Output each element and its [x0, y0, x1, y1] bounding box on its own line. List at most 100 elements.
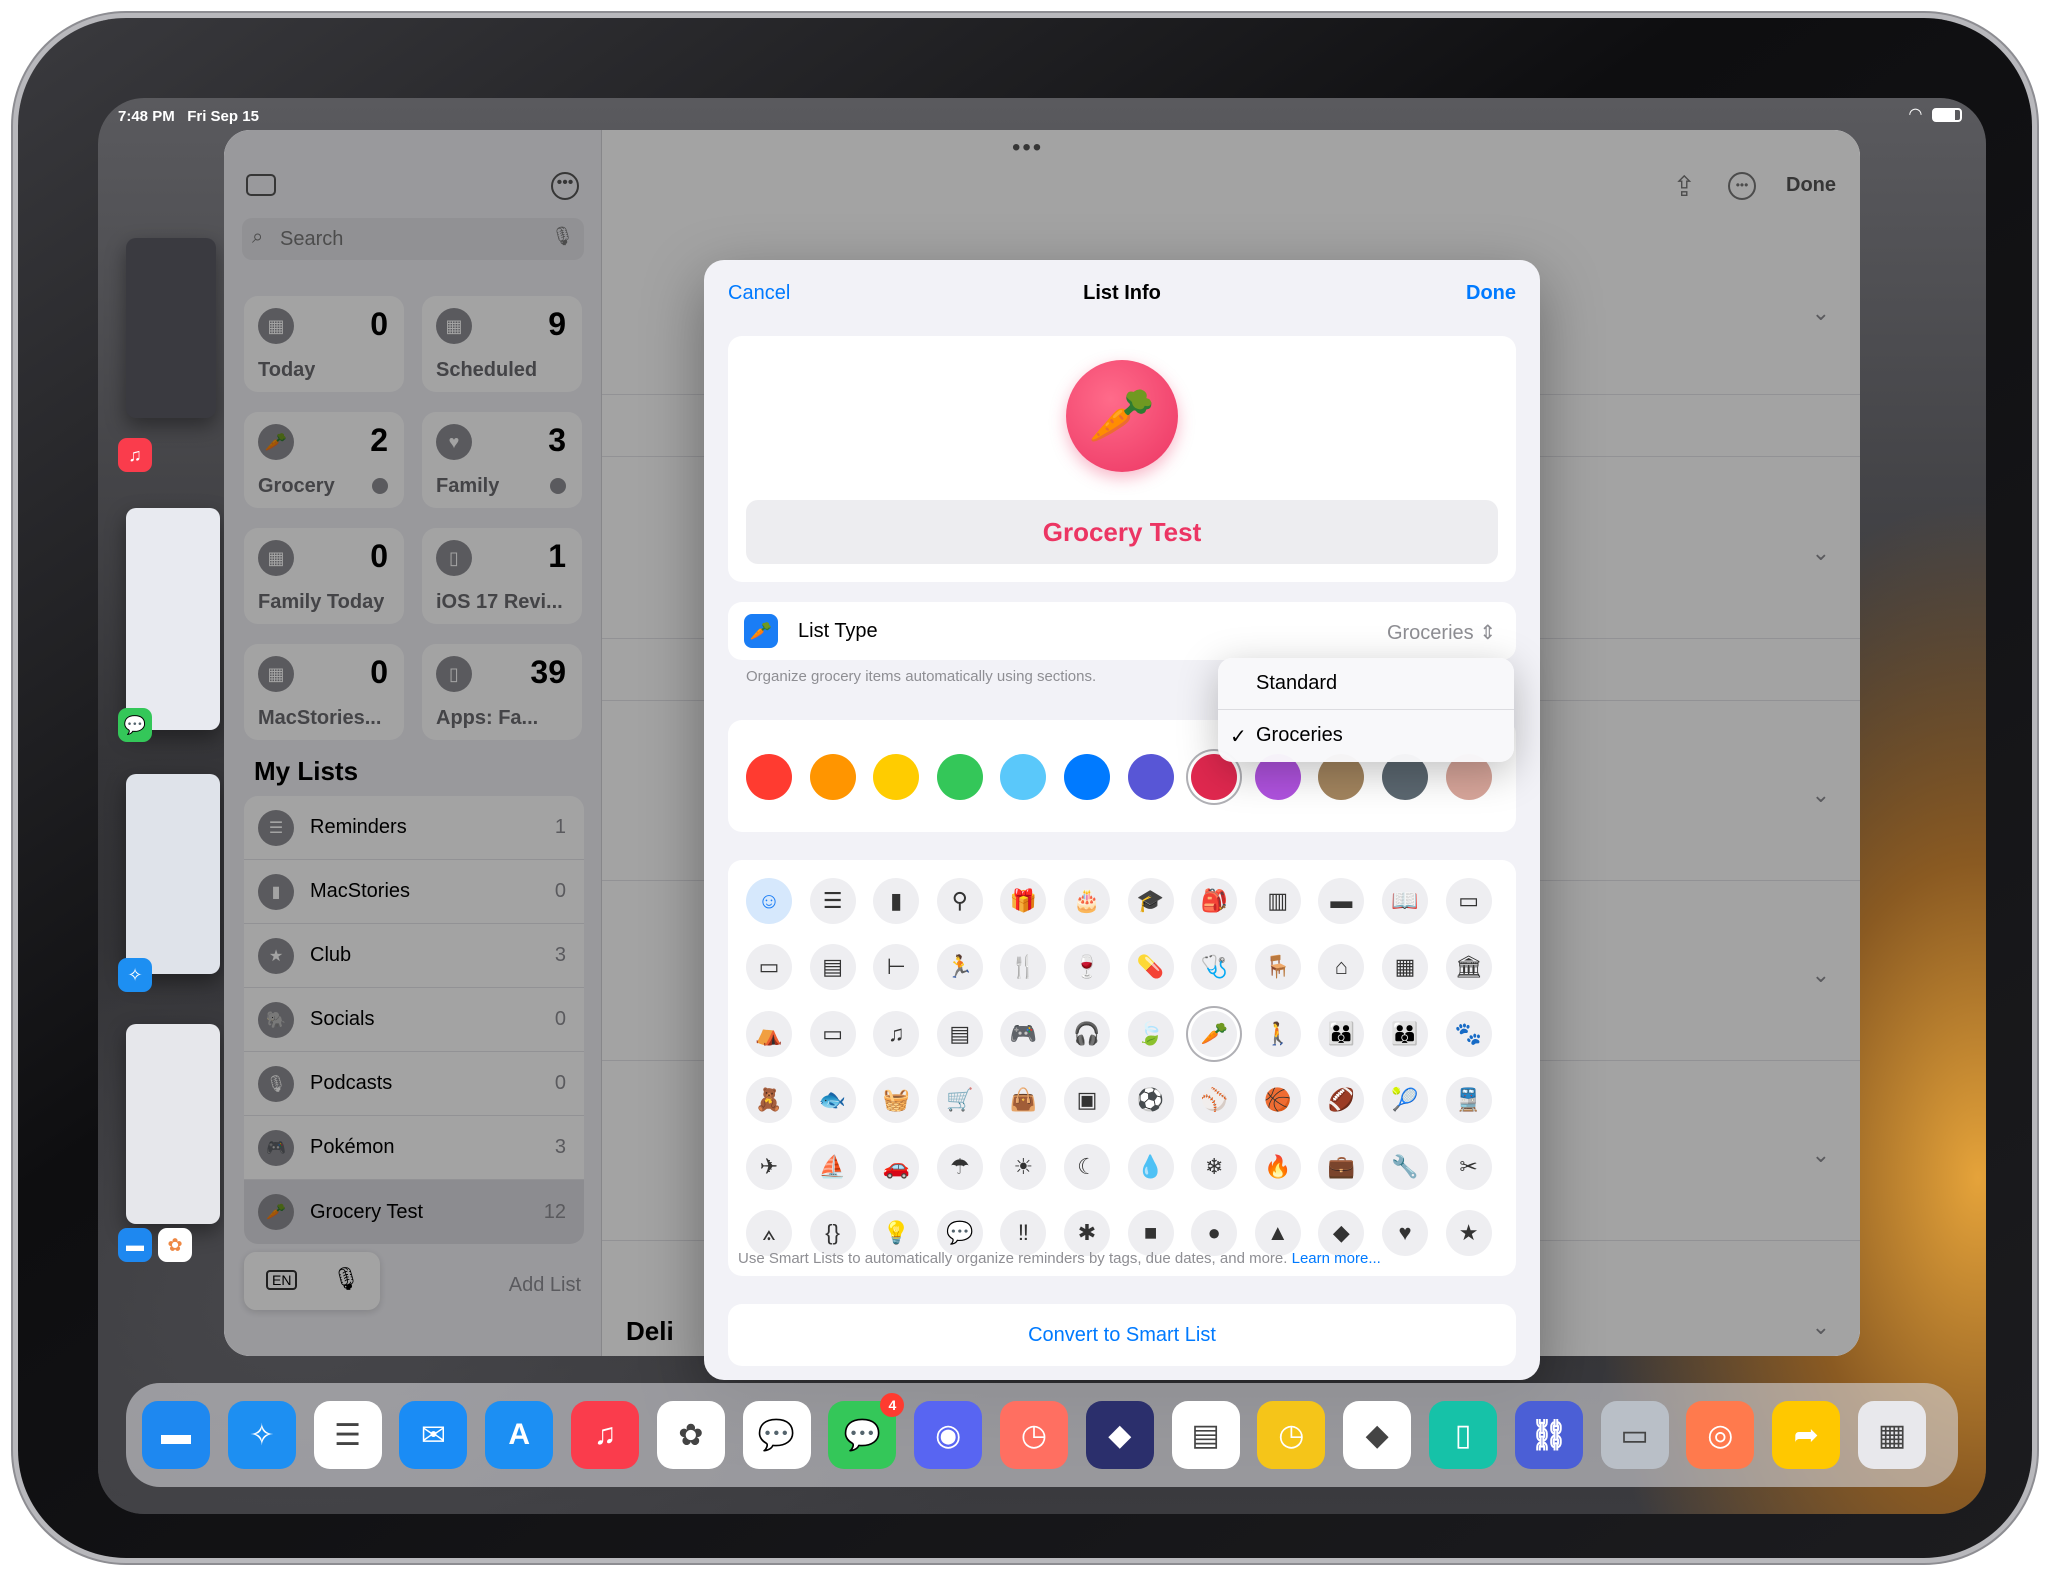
list-name-field[interactable]: Grocery Test: [746, 500, 1498, 564]
symbol-option-icon[interactable]: ❄: [1191, 1143, 1238, 1190]
symbol-option-icon[interactable]: 🚗: [873, 1143, 920, 1190]
stage-thumbnail-music[interactable]: [126, 238, 216, 418]
symbol-option-icon[interactable]: ☂: [936, 1143, 983, 1190]
symbol-option-icon[interactable]: 🐟: [809, 1077, 856, 1124]
symbol-option-icon[interactable]: ⚲: [936, 878, 983, 924]
symbol-option-icon[interactable]: 👜: [1000, 1077, 1047, 1124]
symbol-option-icon[interactable]: ☰: [809, 878, 856, 924]
dock-app-messages[interactable]: 4 💬: [828, 1393, 905, 1469]
color-swatch[interactable]: [1127, 754, 1174, 800]
color-swatch[interactable]: [809, 754, 856, 800]
color-swatch[interactable]: [746, 754, 792, 800]
dock-app-overcast[interactable]: ◎: [1686, 1401, 1755, 1469]
stage-thumbnail-safari[interactable]: [126, 774, 220, 974]
dock-app-timery[interactable]: ◷: [1000, 1401, 1068, 1469]
symbol-option-icon[interactable]: 📖: [1382, 878, 1428, 924]
symbol-option-icon[interactable]: 🍃: [1127, 1010, 1174, 1057]
dock-app-app-library[interactable]: ▦: [1858, 1401, 1926, 1469]
symbol-option-icon[interactable]: 💊: [1127, 944, 1174, 991]
color-swatch[interactable]: [936, 754, 983, 800]
symbol-option-icon[interactable]: ▭: [1445, 878, 1492, 924]
safari-app-badge[interactable]: ✧: [118, 958, 152, 992]
stage-thumbnail-messages[interactable]: [126, 508, 220, 730]
dock-app-speeko[interactable]: 💬: [742, 1401, 811, 1469]
learn-more-link[interactable]: Learn more...: [1292, 1250, 1381, 1267]
symbol-option-icon[interactable]: 🎂: [1064, 878, 1110, 924]
symbol-option-icon[interactable]: ⛺: [746, 1010, 792, 1057]
list-type-row[interactable]: 🥕 List Type Groceries ⇕: [728, 602, 1516, 660]
dock-app-app-store[interactable]: A: [485, 1401, 554, 1469]
dock-app-reminders[interactable]: ☰: [313, 1401, 382, 1469]
dock-app-screens[interactable]: ▭: [1600, 1401, 1669, 1469]
symbol-option-icon[interactable]: ♫: [873, 1010, 920, 1057]
symbol-option-icon[interactable]: 🍷: [1064, 944, 1110, 991]
done-button[interactable]: Done: [1466, 282, 1516, 305]
symbol-option-icon[interactable]: 👪: [1382, 1010, 1428, 1057]
dock-app-clock[interactable]: ◷: [1257, 1401, 1326, 1469]
symbol-option-icon[interactable]: 🏀: [1254, 1077, 1301, 1124]
dock-app-linky[interactable]: ⛓: [1514, 1401, 1583, 1469]
list-type-value[interactable]: Groceries ⇕: [1387, 620, 1496, 645]
dock-app-notes[interactable]: ▤: [1171, 1401, 1240, 1469]
symbol-option-icon[interactable]: 🔥: [1254, 1143, 1301, 1190]
symbol-option-icon[interactable]: ⊢: [873, 944, 920, 991]
symbol-option-icon[interactable]: 🍴: [1000, 944, 1047, 991]
symbol-option-icon[interactable]: 🎓: [1127, 878, 1174, 924]
symbol-option-icon[interactable]: ☀: [1000, 1143, 1047, 1190]
symbol-option-icon[interactable]: ▤: [936, 1010, 983, 1057]
color-swatch[interactable]: [1064, 754, 1110, 800]
symbol-option-icon[interactable]: 🏈: [1318, 1077, 1365, 1124]
symbol-option-icon[interactable]: ▭: [746, 944, 792, 991]
symbol-option-icon[interactable]: 💼: [1318, 1143, 1365, 1190]
dock-app-photos[interactable]: ✿: [656, 1401, 725, 1469]
photos-app-badge[interactable]: ✿: [158, 1228, 192, 1262]
symbol-option-icon[interactable]: 🏛: [1445, 944, 1492, 991]
symbol-option-icon[interactable]: 🧺: [873, 1077, 920, 1124]
symbol-option-icon[interactable]: 🥕: [1191, 1010, 1238, 1057]
symbol-option-icon[interactable]: 🎾: [1382, 1077, 1428, 1124]
dock-app-shortcuts[interactable]: ◆: [1085, 1401, 1154, 1469]
symbol-option-icon[interactable]: ▬: [1318, 878, 1365, 924]
symbol-option-icon[interactable]: 🚆: [1445, 1077, 1492, 1124]
files-app-badge[interactable]: ▬: [118, 1228, 152, 1262]
menu-item-groceries[interactable]: ✓ Groceries: [1218, 710, 1514, 762]
symbol-option-icon[interactable]: ⌂: [1318, 944, 1365, 991]
dock-app-obsidian[interactable]: ◆: [1343, 1401, 1412, 1469]
symbol-option-icon[interactable]: ▭: [809, 1010, 856, 1057]
symbol-option-icon[interactable]: 🧸: [746, 1077, 792, 1124]
symbol-option-icon[interactable]: ✈: [746, 1143, 792, 1190]
dock-app-discord[interactable]: ◉: [914, 1401, 983, 1469]
symbol-option-icon[interactable]: 👪: [1318, 1010, 1365, 1057]
color-swatch[interactable]: [873, 754, 920, 800]
symbol-option-icon[interactable]: 🐾: [1445, 1010, 1492, 1057]
symbol-option-icon[interactable]: ▦: [1382, 944, 1428, 991]
music-app-badge[interactable]: ♫: [118, 438, 152, 472]
symbol-option-icon[interactable]: ⚽: [1127, 1077, 1174, 1124]
symbol-option-icon[interactable]: ☺: [746, 878, 792, 924]
symbol-option-icon[interactable]: 🎧: [1064, 1010, 1110, 1057]
dock-app-safari[interactable]: ✧: [227, 1401, 296, 1469]
color-swatch[interactable]: [1000, 754, 1047, 800]
symbol-option-icon[interactable]: 🩺: [1191, 944, 1238, 991]
dock-app-music[interactable]: ♫: [571, 1401, 639, 1469]
stage-thumbnail-files[interactable]: [126, 1024, 220, 1224]
symbol-option-icon[interactable]: ▣: [1064, 1077, 1110, 1124]
symbol-option-icon[interactable]: 🏃: [936, 944, 983, 991]
symbol-option-icon[interactable]: ▤: [809, 944, 856, 991]
symbol-option-icon[interactable]: 🎁: [1000, 878, 1047, 924]
symbol-option-icon[interactable]: 🔧: [1382, 1143, 1428, 1190]
dock-app-files[interactable]: ▬: [142, 1401, 210, 1469]
symbol-option-icon[interactable]: ▮: [873, 878, 920, 924]
symbol-option-icon[interactable]: ✂: [1445, 1143, 1492, 1190]
convert-to-smart-list-button[interactable]: Convert to Smart List: [728, 1304, 1516, 1366]
messages-app-badge[interactable]: 💬: [118, 708, 152, 742]
symbol-option-icon[interactable]: 🛒: [936, 1077, 983, 1124]
symbol-option-icon[interactable]: ☾: [1064, 1143, 1110, 1190]
symbol-option-icon[interactable]: ⚾: [1191, 1077, 1238, 1124]
dock-app-sidecar[interactable]: ▯: [1429, 1401, 1497, 1469]
symbol-option-icon[interactable]: 🚶: [1254, 1010, 1301, 1057]
symbol-option-icon[interactable]: 🎒: [1191, 878, 1238, 924]
symbol-option-icon[interactable]: 🎮: [1000, 1010, 1047, 1057]
dock-app-mail[interactable]: ✉: [399, 1401, 468, 1469]
symbol-option-icon[interactable]: ▥: [1254, 878, 1301, 924]
